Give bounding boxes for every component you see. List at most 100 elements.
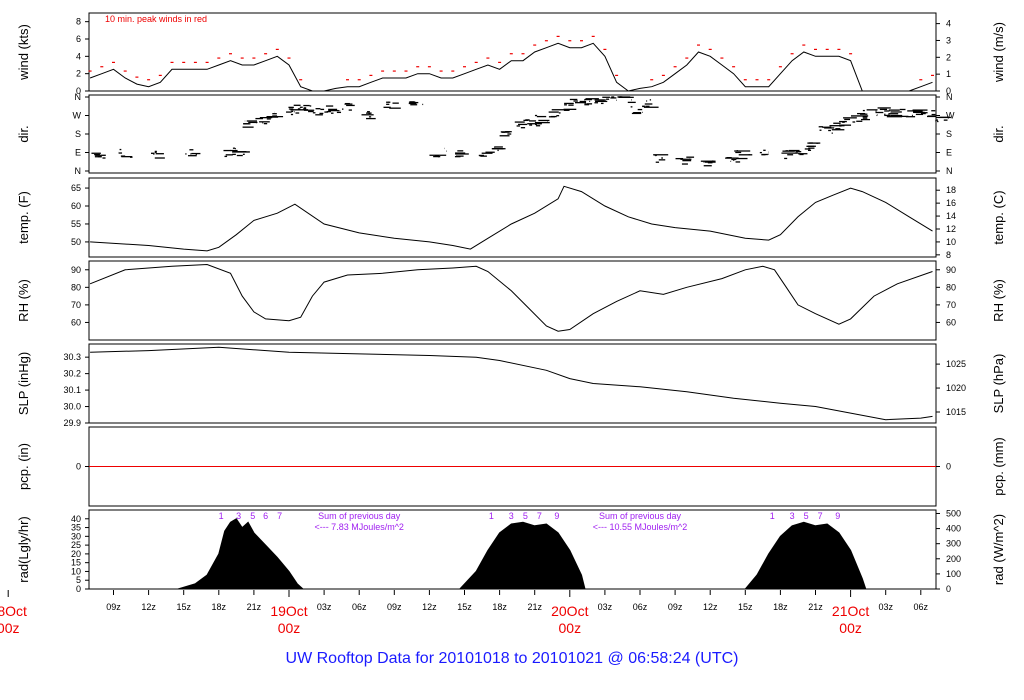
rad-ytick-label: 15 bbox=[71, 558, 81, 568]
temp-ytick-label: 60 bbox=[71, 201, 81, 211]
rad-hour-mark: 6 bbox=[263, 511, 268, 521]
rad-sum-label: Sum of previous day bbox=[318, 511, 401, 521]
slp-ytick-label: 30.3 bbox=[63, 352, 81, 362]
x-tick-label: 12z bbox=[422, 602, 437, 612]
slp-panel-frame bbox=[88, 343, 937, 424]
day-time-label: 00z bbox=[559, 620, 582, 636]
x-tick-label: 06z bbox=[352, 602, 367, 612]
dir-ytick-label: N bbox=[75, 166, 82, 176]
wind-ylabel-right: wind (m/s) bbox=[991, 22, 1006, 83]
pcp-ylabel: pcp. (in) bbox=[16, 443, 31, 490]
rad-ytick-label: 5 bbox=[76, 575, 81, 585]
rad-hour-mark: 5 bbox=[804, 511, 809, 521]
rad-hour-mark: 3 bbox=[509, 511, 514, 521]
rh-ytick-right-label: 90 bbox=[946, 265, 956, 275]
x-tick-label: 21z bbox=[808, 602, 823, 612]
wind-annotation: 10 min. peak winds in red bbox=[105, 14, 207, 24]
wind-ylabel: wind (kts) bbox=[16, 24, 31, 81]
rad-ytick-label: 20 bbox=[71, 549, 81, 559]
x-tick-label: 12z bbox=[141, 602, 156, 612]
wind-ytick-label: 2 bbox=[76, 69, 81, 79]
rad-ytick-label: 10 bbox=[71, 566, 81, 576]
temp-ytick-label: 65 bbox=[71, 183, 81, 193]
rad-sum-label: Sum of previous day bbox=[599, 511, 682, 521]
slp-ytick-label: 30.0 bbox=[63, 402, 81, 412]
x-tick-label: 15z bbox=[176, 602, 191, 612]
x-tick-label: 18z bbox=[492, 602, 507, 612]
temp-ytick-right-label: 10 bbox=[946, 237, 956, 247]
dir-ytick-right-label: E bbox=[946, 148, 952, 158]
wind-ytick-right-label: 1 bbox=[946, 69, 951, 79]
rad-ylabel-right: rad (W/m^2) bbox=[991, 514, 1006, 585]
dir-ytick-label: W bbox=[73, 111, 82, 121]
day-date-label: 18Oct bbox=[0, 603, 27, 619]
x-tick-label: 03z bbox=[317, 602, 332, 612]
rh-ytick-right-label: 60 bbox=[946, 317, 956, 327]
rad-hour-mark: 7 bbox=[277, 511, 282, 521]
day-date-label: 21Oct bbox=[832, 603, 869, 619]
slp-ytick-right-label: 1015 bbox=[946, 407, 966, 417]
rad-ytick-label: 0 bbox=[76, 584, 81, 594]
wind-speed-line bbox=[89, 42, 933, 92]
dir-ytick-right-label: N bbox=[946, 166, 953, 176]
x-tick-label: 03z bbox=[598, 602, 613, 612]
temp-ytick-right-label: 12 bbox=[946, 224, 956, 234]
slp-ytick-right-label: 1025 bbox=[946, 359, 966, 369]
rad-hour-mark: 1 bbox=[489, 511, 494, 521]
wind-ytick-label: 6 bbox=[76, 34, 81, 44]
x-tick-label: 18z bbox=[212, 602, 227, 612]
rh-line bbox=[89, 263, 933, 332]
x-tick-label: 21z bbox=[527, 602, 542, 612]
rh-ylabel-right: RH (%) bbox=[991, 279, 1006, 322]
dir-ytick-right-label: W bbox=[946, 111, 955, 121]
rh-ytick-label: 80 bbox=[71, 282, 81, 292]
radiation-area bbox=[177, 518, 867, 590]
rad-hour-mark: 9 bbox=[835, 511, 840, 521]
dir-ylabel-right: dir. bbox=[991, 125, 1006, 142]
rad-hour-mark: 3 bbox=[236, 511, 241, 521]
wind-ytick-right-label: 4 bbox=[946, 19, 951, 29]
rad-hour-mark: 7 bbox=[818, 511, 823, 521]
weather-chart: wind (kts) wind (m/s)024680123410 min. pe… bbox=[0, 12, 1006, 636]
slp-ytick-label: 29.9 bbox=[63, 418, 81, 428]
chart-footer-title: UW Rooftop Data for 20101018 to 20101021… bbox=[285, 650, 739, 667]
x-tick-label: 06z bbox=[633, 602, 648, 612]
x-tick-label: 21z bbox=[247, 602, 262, 612]
dir-ytick-label: N bbox=[75, 92, 82, 102]
rad-ytick-right-label: 400 bbox=[946, 524, 961, 534]
rad-hour-mark: 9 bbox=[554, 511, 559, 521]
rh-ytick-right-label: 70 bbox=[946, 300, 956, 310]
rad-sum-value: <--- 7.83 MJoules/m^2 bbox=[314, 522, 404, 532]
x-tick-label: 15z bbox=[738, 602, 753, 612]
rad-ytick-label: 25 bbox=[71, 540, 81, 550]
rad-ytick-right-label: 300 bbox=[946, 539, 961, 549]
dir-panel-frame bbox=[88, 94, 937, 174]
temp-ylabel-right: temp. (C) bbox=[991, 190, 1006, 244]
dir-ytick-right-label: N bbox=[946, 92, 953, 102]
rad-hour-mark: 3 bbox=[790, 511, 795, 521]
temp-ytick-right-label: 16 bbox=[946, 198, 956, 208]
slp-ytick-right-label: 1020 bbox=[946, 383, 966, 393]
day-time-label: 00z bbox=[0, 620, 19, 636]
dir-ytick-label: E bbox=[75, 148, 81, 158]
rh-ylabel: RH (%) bbox=[16, 279, 31, 322]
slp-ylabel: SLP (inHg) bbox=[16, 352, 31, 415]
rad-ytick-right-label: 200 bbox=[946, 554, 961, 564]
x-tick-label: 09z bbox=[106, 602, 121, 612]
temp-ytick-right-label: 14 bbox=[946, 211, 956, 221]
temp-ylabel: temp. (F) bbox=[16, 191, 31, 244]
wind-panel-frame bbox=[88, 12, 937, 92]
pcp-ylabel-right: pcp. (mm) bbox=[991, 437, 1006, 496]
rad-ytick-label: 40 bbox=[71, 514, 81, 524]
rad-ytick-label: 30 bbox=[71, 531, 81, 541]
dir-ytick-label: S bbox=[75, 129, 81, 139]
x-tick-label: 09z bbox=[387, 602, 402, 612]
rad-ytick-right-label: 100 bbox=[946, 569, 961, 579]
rh-ytick-label: 90 bbox=[71, 265, 81, 275]
rad-ylabel: rad(Lgly/hr) bbox=[16, 516, 31, 582]
x-tick-label: 03z bbox=[878, 602, 893, 612]
rh-ytick-right-label: 80 bbox=[946, 282, 956, 292]
wind-ytick-right-label: 2 bbox=[946, 52, 951, 62]
temp-ytick-label: 50 bbox=[71, 237, 81, 247]
slp-line bbox=[90, 346, 933, 421]
